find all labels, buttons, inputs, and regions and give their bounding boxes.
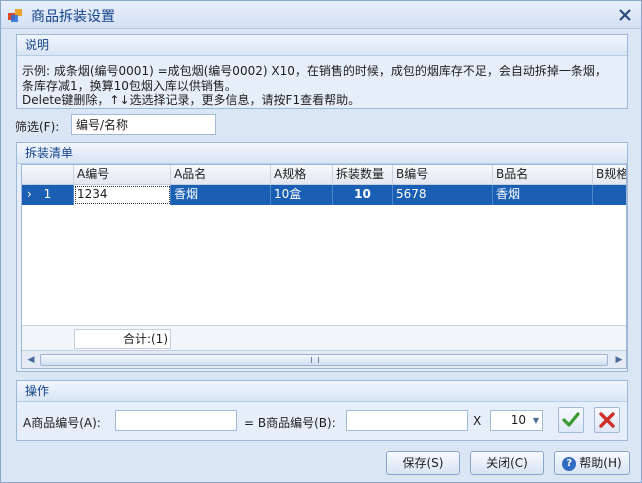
check-icon: [562, 412, 580, 427]
b-code-label: = B商品编号(B):: [244, 416, 336, 430]
row-indicator[interactable]: › 1: [22, 185, 74, 205]
row-indicator-icon: ›: [27, 187, 32, 201]
row-indicator-header: [22, 165, 74, 184]
filter-label: 筛选(F):: [15, 120, 60, 134]
filter-input[interactable]: [71, 114, 216, 135]
column-header-qty[interactable]: 拆装数量: [333, 165, 393, 184]
column-header-b-name[interactable]: B品名: [493, 165, 593, 184]
close-icon: [599, 412, 615, 428]
column-header-a-name[interactable]: A品名: [171, 165, 271, 184]
window-title: 商品拆装设置: [31, 9, 115, 25]
column-header-a-spec[interactable]: A规格: [271, 165, 333, 184]
cell-b-spec[interactable]: [593, 185, 626, 205]
cell-a-code[interactable]: 1234: [74, 185, 171, 205]
grid-group: 拆装清单 A编号 A品名 A规格 拆装数量 B编号 B品名 B规格 › 1 12…: [16, 142, 628, 372]
column-header-a-code[interactable]: A编号: [74, 165, 171, 184]
b-code-input[interactable]: [346, 410, 468, 431]
description-header: 说明: [17, 35, 627, 56]
grid-column-headers: A编号 A品名 A规格 拆装数量 B编号 B品名 B规格: [22, 165, 626, 185]
table-row[interactable]: › 1 1234 香烟 10盒 10 5678 香烟: [22, 185, 626, 205]
horizontal-scrollbar[interactable]: ◀ ▶: [22, 350, 626, 368]
multiplier-value: 10: [510, 413, 526, 427]
title-bar: 商品拆装设置: [1, 1, 641, 29]
scroll-right-icon[interactable]: ▶: [613, 354, 625, 366]
close-icon[interactable]: [617, 7, 633, 23]
cell-b-name[interactable]: 香烟: [493, 185, 593, 205]
dialog-window: 商品拆装设置 说明 示例: 成条烟(编号0001) =成包烟(编号0002) X…: [0, 0, 642, 483]
footer-total: 合计:(1): [74, 329, 171, 349]
help-button[interactable]: ? 帮助(H): [554, 451, 630, 475]
cancel-button[interactable]: [594, 407, 620, 433]
save-button[interactable]: 保存(S): [386, 451, 460, 475]
multiplier-select[interactable]: 10 ▼: [490, 410, 543, 431]
multiply-label: X: [473, 414, 482, 428]
cell-a-name[interactable]: 香烟: [171, 185, 271, 205]
cell-qty[interactable]: 10: [333, 185, 393, 205]
app-icon: [8, 9, 22, 22]
help-icon: ?: [562, 456, 577, 471]
scroll-thumb[interactable]: [40, 354, 608, 366]
help-button-label: 帮助(H): [579, 456, 622, 470]
item-grid[interactable]: A编号 A品名 A规格 拆装数量 B编号 B品名 B规格 › 1 1234 香烟…: [21, 164, 627, 369]
a-code-label: A商品编号(A):: [23, 416, 101, 430]
row-index: 1: [43, 187, 52, 201]
description-group: 说明 示例: 成条烟(编号0001) =成包烟(编号0002) X10，在销售的…: [16, 34, 628, 109]
chevron-down-icon[interactable]: ▼: [533, 411, 539, 430]
grid-header-title: 拆装清单: [17, 143, 627, 164]
column-header-b-spec[interactable]: B规格: [593, 165, 626, 184]
description-line-3: Delete键删除，↑↓选选择记录，更多信息，请按F1查看帮助。: [22, 93, 361, 107]
cell-b-code[interactable]: 5678: [393, 185, 493, 205]
operation-header: 操作: [17, 381, 627, 402]
grid-footer: 合计:(1): [22, 325, 626, 350]
thumb-grip-icon: [311, 357, 319, 363]
close-button[interactable]: 关闭(C): [470, 451, 544, 475]
cell-a-spec[interactable]: 10盒: [271, 185, 333, 205]
column-header-b-code[interactable]: B编号: [393, 165, 493, 184]
confirm-button[interactable]: [558, 407, 584, 433]
a-code-input[interactable]: [115, 410, 237, 431]
scroll-left-icon[interactable]: ◀: [25, 354, 37, 366]
